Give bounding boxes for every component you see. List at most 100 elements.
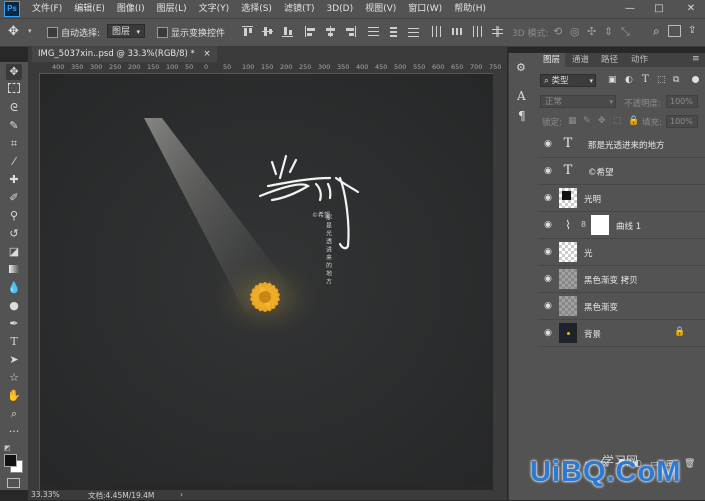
- tab-channels[interactable]: 通道: [567, 53, 594, 67]
- distribute-right-icon[interactable]: [471, 26, 482, 37]
- search-icon[interactable]: ⌕: [653, 24, 660, 39]
- minimize-button[interactable]: —: [619, 0, 641, 18]
- brush-tool-icon[interactable]: ✐: [6, 190, 22, 206]
- filter-adjustment-icon[interactable]: ◐: [625, 75, 633, 85]
- distribute-top-icon[interactable]: [368, 26, 379, 37]
- 3d-roll-icon[interactable]: ◎: [570, 25, 580, 38]
- chevron-down-icon[interactable]: ▾: [28, 27, 32, 35]
- default-colors-icon[interactable]: ◩: [4, 444, 11, 452]
- layer-row[interactable]: ◉ 光明: [538, 185, 705, 212]
- more-tools-icon[interactable]: ···: [6, 424, 22, 440]
- move-tool-icon[interactable]: ✥: [6, 64, 22, 80]
- 3d-scale-icon[interactable]: ⤡: [621, 25, 630, 39]
- vertical-scrollbar[interactable]: [493, 73, 507, 490]
- blend-mode-dropdown[interactable]: 正常 ▾: [540, 95, 616, 108]
- filter-shape-icon[interactable]: ⬚: [657, 75, 666, 85]
- hand-tool-icon[interactable]: ✋: [6, 388, 22, 404]
- visibility-eye-icon[interactable]: ◉: [543, 166, 553, 176]
- lasso-tool-icon[interactable]: ᘓ: [6, 100, 22, 116]
- layer-row[interactable]: ◉ T ©希望: [538, 158, 705, 185]
- type-tool-icon[interactable]: T: [6, 334, 22, 350]
- visibility-eye-icon[interactable]: ◉: [543, 328, 553, 338]
- visibility-eye-icon[interactable]: ◉: [543, 247, 553, 257]
- eraser-tool-icon[interactable]: ◪: [6, 244, 22, 260]
- tab-actions[interactable]: 动作: [626, 53, 653, 67]
- menu-edit[interactable]: 编辑(E): [68, 0, 111, 18]
- align-right-icon[interactable]: [345, 26, 356, 37]
- layer-row[interactable]: ◉ ⌇ 8 曲线 1: [538, 212, 705, 239]
- 3d-slide-icon[interactable]: ⇕: [604, 25, 613, 38]
- align-left-icon[interactable]: [305, 26, 316, 37]
- visibility-eye-icon[interactable]: ◉: [543, 139, 553, 149]
- quick-select-tool-icon[interactable]: ✎: [6, 118, 22, 134]
- dodge-tool-icon[interactable]: ●: [6, 298, 22, 314]
- close-tab-icon[interactable]: ×: [204, 49, 211, 59]
- distribute-bottom-icon[interactable]: [408, 26, 419, 37]
- shape-tool-icon[interactable]: ☆: [6, 370, 22, 386]
- marquee-tool-icon[interactable]: [6, 82, 22, 98]
- eyedropper-tool-icon[interactable]: ⁄: [6, 154, 22, 170]
- character-panel-icon[interactable]: A: [517, 89, 526, 103]
- menu-3d[interactable]: 3D(D): [320, 0, 359, 18]
- auto-select-dropdown[interactable]: 图层 ▾: [107, 24, 145, 38]
- layer-row[interactable]: ◉ 背景 🔒: [538, 320, 705, 347]
- filter-type-icon[interactable]: T: [642, 74, 649, 85]
- opacity-input[interactable]: 100%: [666, 95, 698, 108]
- filter-smart-object-icon[interactable]: ⧉: [673, 75, 679, 85]
- filter-pixel-icon[interactable]: ▣: [608, 75, 617, 85]
- layer-filter-dropdown[interactable]: ⌕ 类型 ▾: [540, 74, 596, 87]
- properties-icon[interactable]: ⚙: [516, 61, 526, 74]
- menu-filter[interactable]: 滤镜(T): [278, 0, 321, 18]
- menu-file[interactable]: 文件(F): [26, 0, 68, 18]
- distribute-left-icon[interactable]: [431, 26, 442, 37]
- align-middle-icon[interactable]: [262, 26, 273, 37]
- close-button[interactable]: ✕: [680, 0, 702, 18]
- align-bottom-icon[interactable]: [282, 26, 293, 37]
- distribute-center-icon[interactable]: [451, 26, 462, 37]
- delete-layer-icon[interactable]: 🗑: [684, 459, 695, 469]
- lock-all-icon[interactable]: 🔒: [628, 116, 639, 126]
- distribute-middle-icon[interactable]: [388, 26, 399, 37]
- menu-layer[interactable]: 图层(L): [151, 0, 193, 18]
- share-icon[interactable]: ⇪: [688, 25, 696, 36]
- layer-row[interactable]: ◉ 黑色渐变: [538, 293, 705, 320]
- document-canvas[interactable]: ©希望 那是光透进来的地方: [40, 74, 493, 484]
- foreground-color-swatch[interactable]: [4, 454, 17, 467]
- chevron-right-icon[interactable]: ›: [180, 490, 183, 499]
- path-selection-tool-icon[interactable]: ➤: [6, 352, 22, 368]
- paragraph-panel-icon[interactable]: ¶: [518, 109, 526, 123]
- align-center-icon[interactable]: [325, 26, 336, 37]
- visibility-eye-icon[interactable]: ◉: [543, 193, 553, 203]
- menu-view[interactable]: 视图(V): [359, 0, 402, 18]
- history-brush-tool-icon[interactable]: ↺: [6, 226, 22, 242]
- pen-tool-icon[interactable]: ✒: [6, 316, 22, 332]
- layer-mask-thumbnail[interactable]: [591, 215, 609, 235]
- zoom-tool-icon[interactable]: ⌕: [6, 406, 22, 422]
- clone-stamp-tool-icon[interactable]: ⚲: [6, 208, 22, 224]
- crop-tool-icon[interactable]: ⌗: [6, 136, 22, 152]
- align-top-icon[interactable]: [242, 26, 253, 37]
- tab-layers[interactable]: 图层: [538, 53, 566, 67]
- menu-type[interactable]: 文字(Y): [193, 0, 236, 18]
- maximize-button[interactable]: □: [648, 0, 670, 18]
- menu-window[interactable]: 窗口(W): [402, 0, 448, 18]
- menu-select[interactable]: 选择(S): [235, 0, 278, 18]
- auto-select-checkbox[interactable]: [47, 27, 58, 38]
- workspace-icon[interactable]: [668, 25, 681, 37]
- menu-image[interactable]: 图像(I): [111, 0, 151, 18]
- panel-menu-icon[interactable]: ≡: [692, 54, 700, 64]
- menu-help[interactable]: 帮助(H): [448, 0, 492, 18]
- move-tool-icon[interactable]: ✥: [8, 24, 19, 39]
- tab-paths[interactable]: 路径: [596, 53, 623, 67]
- show-transform-checkbox[interactable]: [157, 27, 168, 38]
- filter-toggle-icon[interactable]: [692, 76, 699, 83]
- lock-transparent-icon[interactable]: ▦: [568, 116, 577, 126]
- layer-row[interactable]: ◉ T 那是光透进来的地方: [538, 131, 705, 158]
- quick-mask-icon[interactable]: [7, 478, 20, 488]
- visibility-eye-icon[interactable]: ◉: [543, 220, 553, 230]
- document-tab[interactable]: IMG_5037xin..psd @ 33.3%(RGB/8) * ×: [32, 46, 217, 62]
- fill-input[interactable]: 100%: [666, 115, 698, 128]
- gradient-tool-icon[interactable]: [6, 262, 22, 278]
- zoom-level[interactable]: 33.33%: [31, 490, 60, 499]
- lock-artboard-icon[interactable]: ⬚: [613, 116, 622, 126]
